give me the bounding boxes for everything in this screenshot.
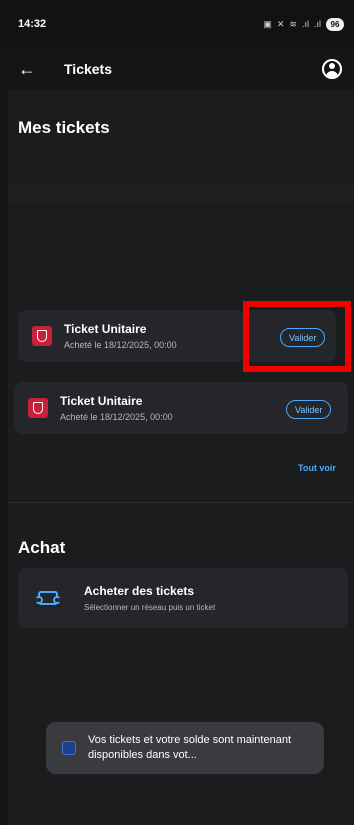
buy-tickets-title: Acheter des tickets (84, 584, 195, 598)
buy-tickets-item[interactable]: Acheter des tickets Sélectionner un rése… (18, 568, 348, 628)
signal-icon: .ıl (301, 19, 309, 29)
app-bar: ← Tickets (0, 48, 354, 90)
highlight-box (243, 301, 351, 372)
mute-icon: ✕ (276, 18, 285, 29)
battery-icon: 96 (326, 17, 344, 31)
main-content: Mes tickets Ticket Unitaire Acheté le 18… (8, 90, 354, 825)
section-divider (8, 502, 354, 503)
status-bar: 14:32 ▣ ✕ ≋ .ıl .ıl 96 (0, 0, 354, 48)
ticket-logo-icon (32, 326, 52, 346)
loading-placeholder (8, 184, 354, 202)
signal-icon-2: .ıl (313, 19, 321, 29)
buy-tickets-text: Acheter des tickets Sélectionner un rése… (84, 584, 215, 612)
toast-notification: Vos tickets et votre solde sont maintena… (46, 722, 324, 774)
wifi-icon: ≋ (289, 18, 297, 29)
validate-button[interactable]: Valider (286, 400, 332, 419)
mes-tickets-title: Mes tickets (18, 118, 110, 137)
page-title: Tickets (64, 61, 112, 77)
account-head (329, 63, 335, 69)
ticket-card[interactable]: Ticket Unitaire Acheté le 18/12/2025, 00… (18, 310, 244, 362)
buy-tickets-subtitle: Sélectionner un réseau puis un ticket (84, 603, 216, 612)
account-circle-icon[interactable] (322, 59, 342, 79)
wallet-app-icon (62, 741, 76, 755)
achat-title: Achat (18, 538, 66, 557)
ticket-name: Ticket Unitaire (64, 322, 147, 336)
see-all-link[interactable]: Tout voir (298, 463, 336, 473)
account-body (326, 71, 338, 77)
ticket-icon (35, 591, 61, 605)
status-time: 14:32 (18, 18, 47, 30)
toast-message: Vos tickets et votre solde sont maintena… (88, 734, 292, 761)
screenshot-icon: ▣ (263, 18, 272, 29)
ticket-logo-icon (28, 398, 48, 418)
arrow-left-icon[interactable]: ← (18, 59, 42, 80)
ticket-text: Ticket Unitaire Acheté le 18/12/2025, 00… (64, 322, 244, 350)
status-icons: ▣ ✕ ≋ .ıl .ıl 96 (263, 17, 344, 31)
ticket-date: Acheté le 18/12/2025, 00:00 (64, 340, 177, 350)
